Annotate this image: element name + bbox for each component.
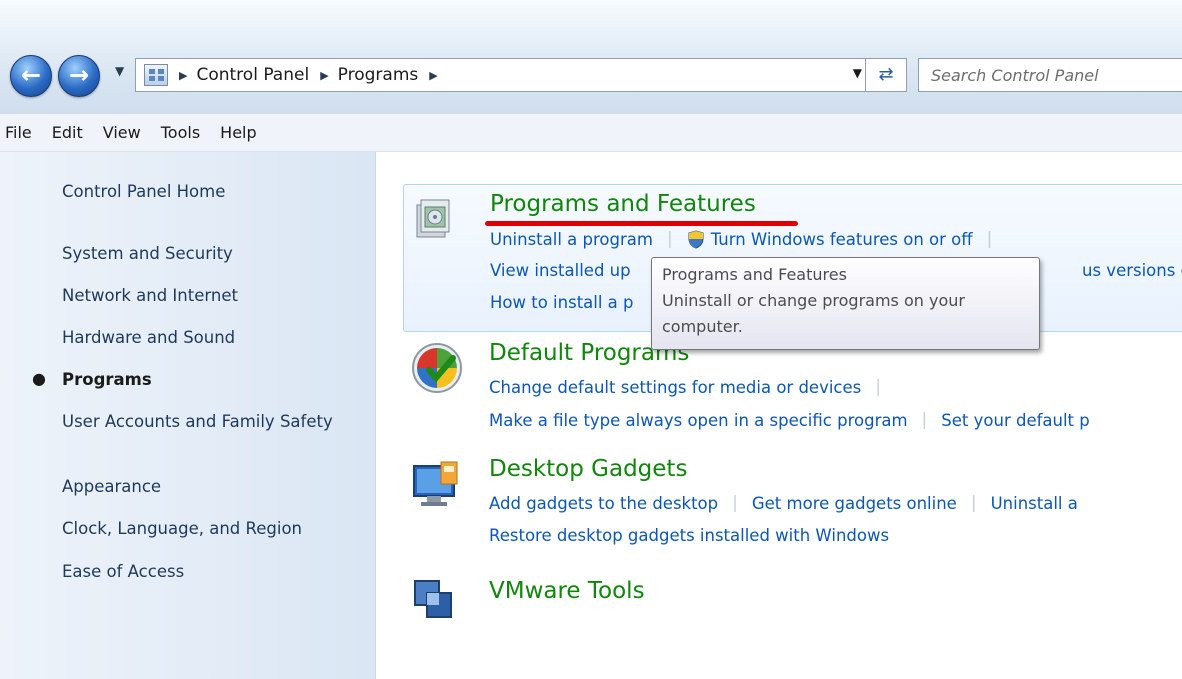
current-page-bullet-icon: ● (32, 369, 46, 388)
default-programs-icon (412, 343, 462, 393)
tooltip-description: Uninstall or change programs on your com… (662, 291, 965, 336)
breadcrumb-programs[interactable]: Programs (338, 65, 419, 85)
menu-help[interactable]: Help (220, 123, 256, 142)
breadcrumb-arrow-icon[interactable]: ▶ (179, 69, 187, 82)
menu-tools[interactable]: Tools (161, 123, 200, 142)
recent-pages-dropdown-icon[interactable]: ▼ (115, 64, 124, 78)
get-more-gadgets-link[interactable]: Get more gadgets online (752, 494, 957, 513)
previous-versions-link[interactable]: us versions of V (1082, 261, 1182, 280)
menu-bar: File Edit View Tools Help (0, 114, 1182, 152)
task-row: Restore desktop gadgets installed with W… (489, 526, 889, 545)
sidebar-item-control-panel-home[interactable]: Control Panel Home (62, 181, 362, 203)
turn-windows-features-link[interactable]: Turn Windows features on or off (711, 230, 973, 249)
sidebar-item-clock-language-region[interactable]: Clock, Language, and Region (62, 518, 362, 540)
navigation-bar: ← → ▼ ▶ Control Panel ▶ Programs ▶ ▼ ⇄ (0, 0, 1182, 115)
breadcrumb-arrow-icon[interactable]: ▶ (320, 69, 328, 82)
sidebar-item-programs: Programs (62, 370, 152, 389)
uninstall-program-link[interactable]: Uninstall a program (490, 230, 653, 249)
tooltip-title: Programs and Features (662, 265, 847, 284)
link-separator: | (666, 229, 673, 249)
set-default-programs-link[interactable]: Set your default p (941, 411, 1089, 430)
sidebar-item-hardware-and-sound[interactable]: Hardware and Sound (62, 327, 362, 349)
forward-button[interactable]: → (58, 55, 100, 97)
search-input[interactable] (918, 58, 1182, 92)
uac-shield-icon (688, 229, 704, 249)
task-row: Make a file type always open in a specif… (489, 410, 1090, 430)
category-desktop-gadgets: Desktop Gadgets Add gadgets to the deskt… (403, 456, 1182, 556)
sidebar-item-system-and-security[interactable]: System and Security (62, 243, 362, 265)
category-vmware-tools: VMware Tools (403, 578, 1182, 638)
control-panel-icon (144, 64, 168, 86)
link-separator: | (732, 493, 738, 513)
uninstall-gadget-link[interactable]: Uninstall a (991, 494, 1078, 513)
desktop-gadgets-link[interactable]: Desktop Gadgets (489, 456, 687, 482)
sidebar-item-ease-of-access[interactable]: Ease of Access (62, 561, 362, 583)
view-installed-updates-link[interactable]: View installed up (490, 261, 631, 280)
menu-file[interactable]: File (5, 123, 32, 142)
task-row: View installed up (490, 261, 631, 280)
vmware-tools-link[interactable]: VMware Tools (489, 578, 645, 604)
category-default-programs: Default Programs Change default settings… (403, 340, 1182, 440)
add-gadgets-link[interactable]: Add gadgets to the desktop (489, 494, 718, 513)
task-row: Add gadgets to the desktop | Get more ga… (489, 493, 1078, 513)
file-type-association-link[interactable]: Make a file type always open in a specif… (489, 411, 908, 430)
desktop-gadgets-icon (413, 461, 458, 506)
tooltip: Programs and Features Uninstall or chang… (651, 257, 1040, 350)
breadcrumb-control-panel[interactable]: Control Panel (196, 65, 309, 85)
sidebar-item-appearance[interactable]: Appearance (62, 476, 362, 498)
sidebar-item-network-and-internet[interactable]: Network and Internet (62, 285, 362, 307)
programs-and-features-icon (416, 199, 450, 238)
menu-view[interactable]: View (103, 123, 141, 142)
refresh-button[interactable]: ⇄ (865, 59, 906, 91)
address-dropdown-icon[interactable]: ▼ (853, 66, 862, 80)
link-separator: | (986, 229, 993, 249)
task-row: Uninstall a program | Turn Windows featu… (490, 229, 1006, 249)
menu-edit[interactable]: Edit (52, 123, 83, 142)
vmware-tools-icon (414, 580, 452, 618)
task-row: How to install a p (490, 293, 634, 312)
programs-and-features-link[interactable]: Programs and Features (490, 191, 756, 217)
sidebar-item-user-accounts[interactable]: User Accounts and Family Safety (62, 411, 342, 433)
breadcrumb-arrow-icon[interactable]: ▶ (429, 69, 437, 82)
link-separator: | (970, 493, 977, 513)
highlight-underline (485, 221, 798, 226)
address-bar[interactable]: ▶ Control Panel ▶ Programs ▶ ▼ ⇄ (135, 58, 907, 92)
how-to-install-program-link[interactable]: How to install a p (490, 293, 634, 312)
task-row: Change default settings for media or dev… (489, 377, 895, 397)
restore-gadgets-link[interactable]: Restore desktop gadgets installed with W… (489, 526, 889, 545)
link-separator: | (875, 377, 881, 397)
back-button[interactable]: ← (10, 55, 52, 97)
change-default-media-settings-link[interactable]: Change default settings for media or dev… (489, 378, 861, 397)
link-separator: | (921, 410, 928, 430)
sidebar: Control Panel Home System and Security N… (0, 152, 376, 679)
